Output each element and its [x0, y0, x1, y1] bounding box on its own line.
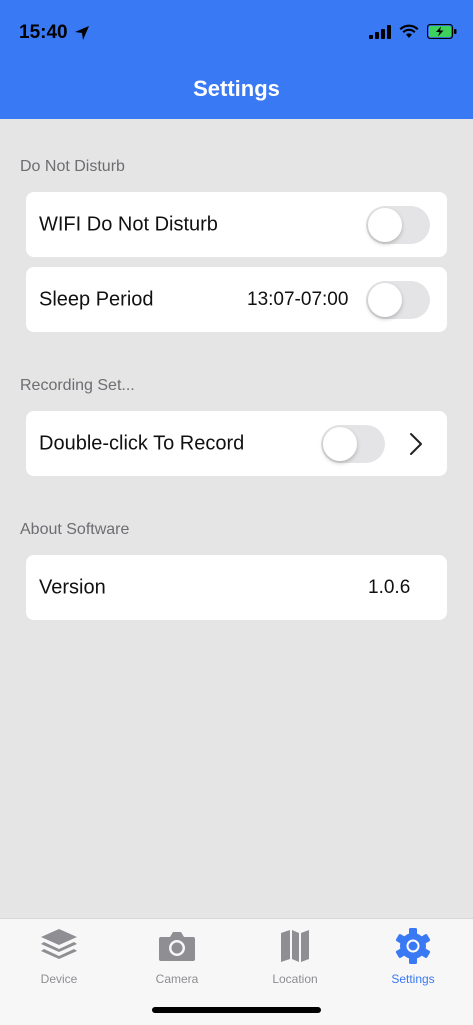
sleep-period-row[interactable]: Sleep Period 13:07-07:00 — [26, 267, 447, 332]
status-bar-indicators — [369, 24, 457, 39]
camera-icon — [159, 932, 195, 961]
toggle-knob — [323, 426, 357, 461]
double-click-record-toggle[interactable] — [321, 424, 385, 463]
home-indicator[interactable] — [152, 1007, 321, 1013]
status-time-text: 15:40 — [19, 22, 68, 43]
wifi-dnd-toggle[interactable] — [366, 205, 430, 244]
location-arrow-icon — [74, 26, 89, 40]
toggle-knob — [368, 282, 402, 317]
tab-camera[interactable]: Camera — [118, 927, 236, 986]
version-row: Version 1.0.6 — [26, 555, 447, 620]
section-label-about: About Software — [20, 521, 130, 538]
battery-charging-icon — [427, 24, 457, 39]
tab-camera-label: Camera — [155, 972, 199, 986]
tab-device[interactable]: Device — [0, 927, 118, 986]
wifi-dnd-label: WIFI Do Not Disturb — [39, 213, 218, 235]
sleep-period-label: Sleep Period — [39, 288, 154, 310]
sleep-period-toggle[interactable] — [366, 280, 430, 319]
toggle-knob — [368, 207, 402, 242]
wifi-dnd-row: WIFI Do Not Disturb — [26, 192, 447, 257]
tab-location[interactable]: Location — [236, 927, 354, 986]
section-label-do-not-disturb: Do Not Disturb — [20, 158, 125, 175]
tab-settings[interactable]: Settings — [354, 927, 472, 986]
map-icon — [281, 930, 309, 962]
header-bar: 15:40 Settings — [0, 0, 473, 119]
version-label: Version — [39, 576, 106, 598]
chevron-right-icon[interactable] — [409, 432, 423, 456]
double-click-record-row[interactable]: Double-click To Record — [26, 411, 447, 476]
tab-settings-label: Settings — [391, 972, 435, 986]
cellular-signal-icon — [369, 24, 391, 39]
section-label-recording: Recording Set... — [20, 377, 135, 394]
double-click-record-label: Double-click To Record — [39, 432, 245, 454]
wifi-icon — [399, 24, 419, 38]
gear-icon — [395, 928, 431, 964]
sleep-period-value: 13:07-07:00 — [247, 288, 349, 310]
layers-icon — [41, 929, 77, 959]
status-bar-time: 15:40 — [19, 22, 90, 44]
tab-device-label: Device — [40, 972, 78, 986]
version-value: 1.0.6 — [368, 576, 411, 598]
page-title: Settings — [193, 76, 280, 101]
tab-location-label: Location — [272, 972, 318, 986]
